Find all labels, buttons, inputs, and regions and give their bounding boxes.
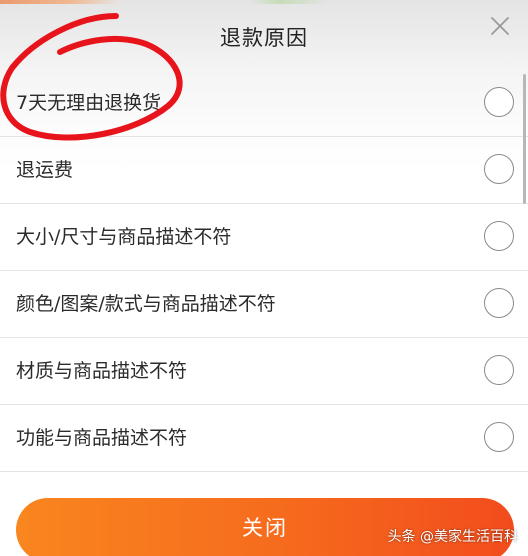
refund-reason-sheet: 退款原因 7天无理由退换货 退运费 大小/尺寸与商品描述不符 颜色/图案/款式与… xyxy=(0,0,528,556)
reason-option-no-reason-return[interactable]: 7天无理由退换货 xyxy=(0,70,528,137)
radio-button[interactable] xyxy=(484,221,514,251)
reason-option-return-shipping[interactable]: 退运费 xyxy=(0,137,528,204)
radio-button[interactable] xyxy=(484,355,514,385)
reason-option-color-mismatch[interactable]: 颜色/图案/款式与商品描述不符 xyxy=(0,271,528,338)
radio-button[interactable] xyxy=(484,422,514,452)
radio-button[interactable] xyxy=(484,154,514,184)
watermark: 头条 @美家生活百科 xyxy=(387,529,518,545)
reason-option-material-mismatch[interactable]: 材质与商品描述不符 xyxy=(0,338,528,405)
background-page-strip xyxy=(0,0,528,4)
reason-list: 7天无理由退换货 退运费 大小/尺寸与商品描述不符 颜色/图案/款式与商品描述不… xyxy=(0,70,528,472)
reason-option-size-mismatch[interactable]: 大小/尺寸与商品描述不符 xyxy=(0,204,528,271)
list-scrollbar[interactable] xyxy=(523,74,526,204)
radio-button[interactable] xyxy=(484,87,514,117)
reason-label: 材质与商品描述不符 xyxy=(16,360,188,382)
reason-label: 颜色/图案/款式与商品描述不符 xyxy=(16,293,276,315)
radio-button[interactable] xyxy=(484,288,514,318)
reason-label: 大小/尺寸与商品描述不符 xyxy=(16,226,232,248)
reason-label: 7天无理由退换货 xyxy=(16,92,162,114)
reason-label: 功能与商品描述不符 xyxy=(16,427,188,449)
reason-option-function-mismatch[interactable]: 功能与商品描述不符 xyxy=(0,405,528,472)
close-icon[interactable] xyxy=(486,12,514,40)
reason-label: 退运费 xyxy=(16,159,74,181)
sheet-title: 退款原因 xyxy=(220,26,308,50)
